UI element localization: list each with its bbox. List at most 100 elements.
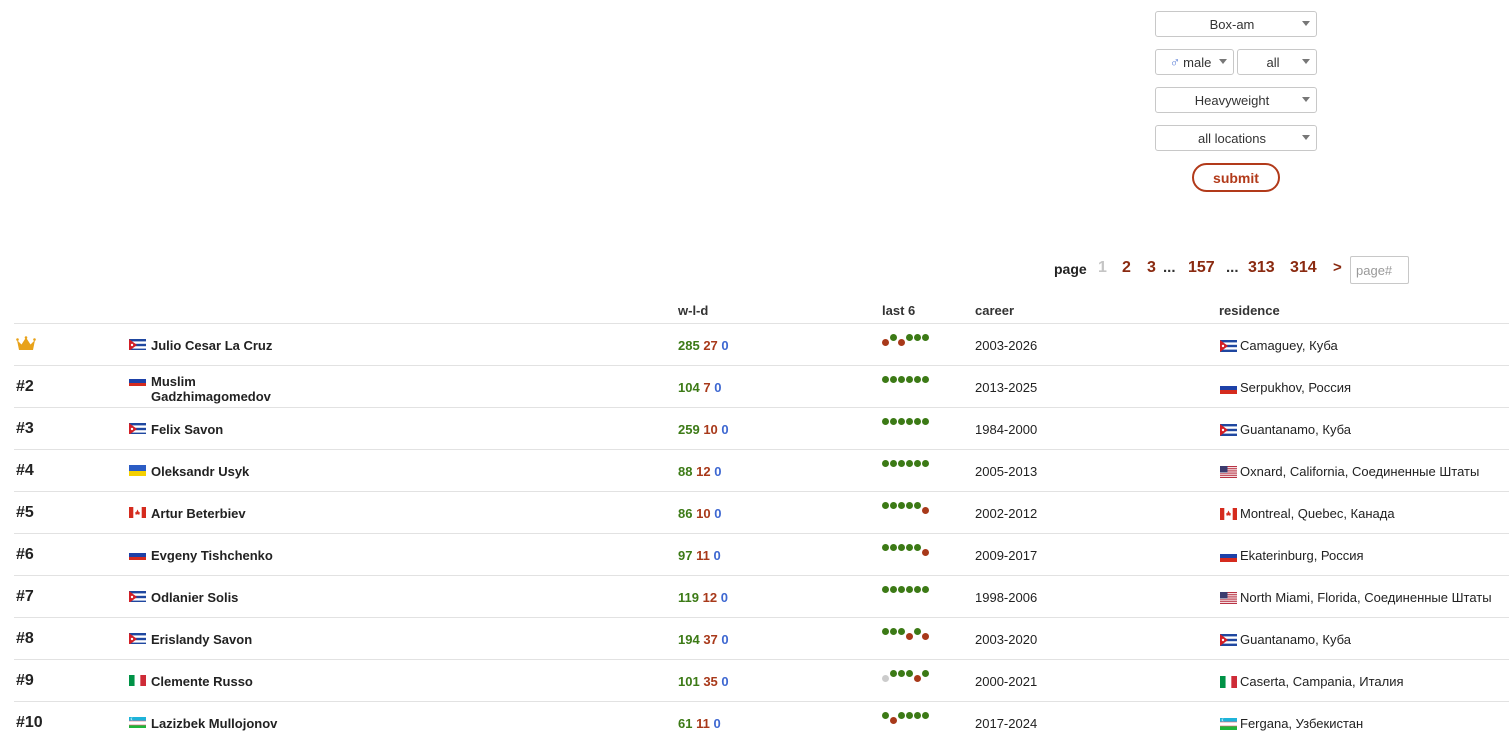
table-row[interactable]: #9Clemente Russo101 35 02000-2021Caserta… — [14, 659, 1509, 702]
sport-select[interactable]: Box-am — [1155, 11, 1317, 37]
boxer-name-link[interactable]: Muslim Gadzhimagomedov — [151, 374, 311, 404]
table-row[interactable]: #5Artur Beterbiev86 10 02002-2012Montrea… — [14, 491, 1509, 534]
last-bout-unknown-dot[interactable] — [882, 675, 889, 682]
last-bout-win-dot[interactable] — [890, 670, 897, 677]
page-next[interactable]: > — [1333, 259, 1342, 276]
division-select[interactable]: Heavyweight — [1155, 87, 1317, 113]
last-bout-loss-dot[interactable] — [922, 633, 929, 640]
last-bout-win-dot[interactable] — [906, 334, 913, 341]
boxer-name-link[interactable]: Felix Savon — [151, 422, 311, 437]
table-row[interactable]: #2Muslim Gadzhimagomedov104 7 02013-2025… — [14, 365, 1509, 408]
table-row[interactable]: #3Felix Savon259 10 01984-2000Guantanamo… — [14, 407, 1509, 450]
last-bout-win-dot[interactable] — [890, 460, 897, 467]
last-bout-win-dot[interactable] — [898, 544, 905, 551]
last-bout-win-dot[interactable] — [906, 586, 913, 593]
country-flag-icon — [129, 338, 146, 350]
rank-number: #9 — [16, 672, 34, 690]
last-bout-win-dot[interactable] — [898, 460, 905, 467]
last-bout-win-dot[interactable] — [890, 586, 897, 593]
location-select[interactable]: all locations — [1155, 125, 1317, 151]
last-bout-win-dot[interactable] — [914, 334, 921, 341]
last-bout-win-dot[interactable] — [882, 418, 889, 425]
last-bout-win-dot[interactable] — [898, 376, 905, 383]
boxer-name-link[interactable]: Evgeny Tishchenko — [151, 548, 311, 563]
submit-button[interactable]: submit — [1192, 163, 1280, 192]
last-bout-win-dot[interactable] — [914, 460, 921, 467]
page-link-314[interactable]: 314 — [1290, 259, 1317, 277]
table-row[interactable]: #7Odlanier Solis119 12 01998-2006North M… — [14, 575, 1509, 618]
boxer-name-link[interactable]: Clemente Russo — [151, 674, 311, 689]
last-bout-win-dot[interactable] — [906, 460, 913, 467]
page-link-2[interactable]: 2 — [1122, 259, 1131, 277]
last-bout-win-dot[interactable] — [914, 376, 921, 383]
gender-select[interactable]: ♂male — [1155, 49, 1234, 75]
last-bout-win-dot[interactable] — [922, 376, 929, 383]
page-link-157[interactable]: 157 — [1188, 259, 1215, 277]
last-bout-win-dot[interactable] — [906, 712, 913, 719]
page-link-3[interactable]: 3 — [1147, 259, 1156, 277]
last-bout-win-dot[interactable] — [906, 418, 913, 425]
last-bout-loss-dot[interactable] — [922, 507, 929, 514]
last-bout-win-dot[interactable] — [906, 376, 913, 383]
boxer-name-link[interactable]: Oleksandr Usyk — [151, 464, 311, 479]
last-bout-win-dot[interactable] — [882, 376, 889, 383]
last-bout-loss-dot[interactable] — [914, 675, 921, 682]
page-current: 1 — [1098, 259, 1107, 277]
last-bout-win-dot[interactable] — [890, 544, 897, 551]
last-bout-win-dot[interactable] — [882, 460, 889, 467]
last-bout-win-dot[interactable] — [890, 334, 897, 341]
status-select[interactable]: all — [1237, 49, 1317, 75]
last-bout-win-dot[interactable] — [898, 418, 905, 425]
table-row[interactable]: #4Oleksandr Usyk88 12 02005-2013Oxnard, … — [14, 449, 1509, 492]
last-bout-loss-dot[interactable] — [890, 717, 897, 724]
last-bout-win-dot[interactable] — [882, 712, 889, 719]
boxer-name-link[interactable]: Julio Cesar La Cruz — [151, 338, 311, 353]
last-six-results — [882, 376, 942, 392]
last-bout-win-dot[interactable] — [914, 502, 921, 509]
last-bout-win-dot[interactable] — [906, 670, 913, 677]
last-bout-win-dot[interactable] — [922, 586, 929, 593]
last-bout-win-dot[interactable] — [898, 586, 905, 593]
last-bout-loss-dot[interactable] — [882, 339, 889, 346]
last-bout-win-dot[interactable] — [914, 544, 921, 551]
last-bout-win-dot[interactable] — [922, 334, 929, 341]
last-bout-win-dot[interactable] — [898, 670, 905, 677]
last-bout-win-dot[interactable] — [882, 544, 889, 551]
last-bout-win-dot[interactable] — [890, 502, 897, 509]
last-bout-win-dot[interactable] — [906, 502, 913, 509]
last-bout-loss-dot[interactable] — [898, 339, 905, 346]
last-bout-win-dot[interactable] — [898, 628, 905, 635]
last-bout-win-dot[interactable] — [882, 586, 889, 593]
last-bout-win-dot[interactable] — [914, 586, 921, 593]
last-bout-win-dot[interactable] — [890, 628, 897, 635]
country-flag-icon — [129, 374, 146, 386]
last-bout-win-dot[interactable] — [922, 460, 929, 467]
last-bout-win-dot[interactable] — [922, 670, 929, 677]
table-row[interactable]: #10Lazizbek Mullojonov61 11 02017-2024Fe… — [14, 701, 1509, 744]
last-bout-win-dot[interactable] — [882, 628, 889, 635]
last-bout-win-dot[interactable] — [890, 376, 897, 383]
boxer-name-link[interactable]: Lazizbek Mullojonov — [151, 716, 311, 731]
table-row[interactable]: #6Evgeny Tishchenko97 11 02009-2017Ekate… — [14, 533, 1509, 576]
career-span: 2013-2025 — [975, 380, 1037, 395]
boxer-name-link[interactable]: Artur Beterbiev — [151, 506, 311, 521]
last-bout-win-dot[interactable] — [914, 712, 921, 719]
last-bout-win-dot[interactable] — [898, 502, 905, 509]
last-bout-win-dot[interactable] — [922, 418, 929, 425]
page-link-313[interactable]: 313 — [1248, 259, 1275, 277]
last-bout-win-dot[interactable] — [882, 502, 889, 509]
table-row[interactable]: #8Erislandy Savon194 37 02003-2020Guanta… — [14, 617, 1509, 660]
last-bout-win-dot[interactable] — [906, 544, 913, 551]
boxer-name-link[interactable]: Erislandy Savon — [151, 632, 311, 647]
table-row[interactable]: Julio Cesar La Cruz285 27 02003-2026Cama… — [14, 323, 1509, 366]
last-bout-win-dot[interactable] — [922, 712, 929, 719]
last-bout-loss-dot[interactable] — [906, 633, 913, 640]
boxer-name-link[interactable]: Odlanier Solis — [151, 590, 311, 605]
last-bout-win-dot[interactable] — [890, 418, 897, 425]
last-six-results — [882, 586, 942, 602]
last-bout-win-dot[interactable] — [914, 628, 921, 635]
last-bout-win-dot[interactable] — [898, 712, 905, 719]
last-bout-win-dot[interactable] — [914, 418, 921, 425]
last-bout-loss-dot[interactable] — [922, 549, 929, 556]
page-number-input[interactable] — [1350, 256, 1409, 284]
